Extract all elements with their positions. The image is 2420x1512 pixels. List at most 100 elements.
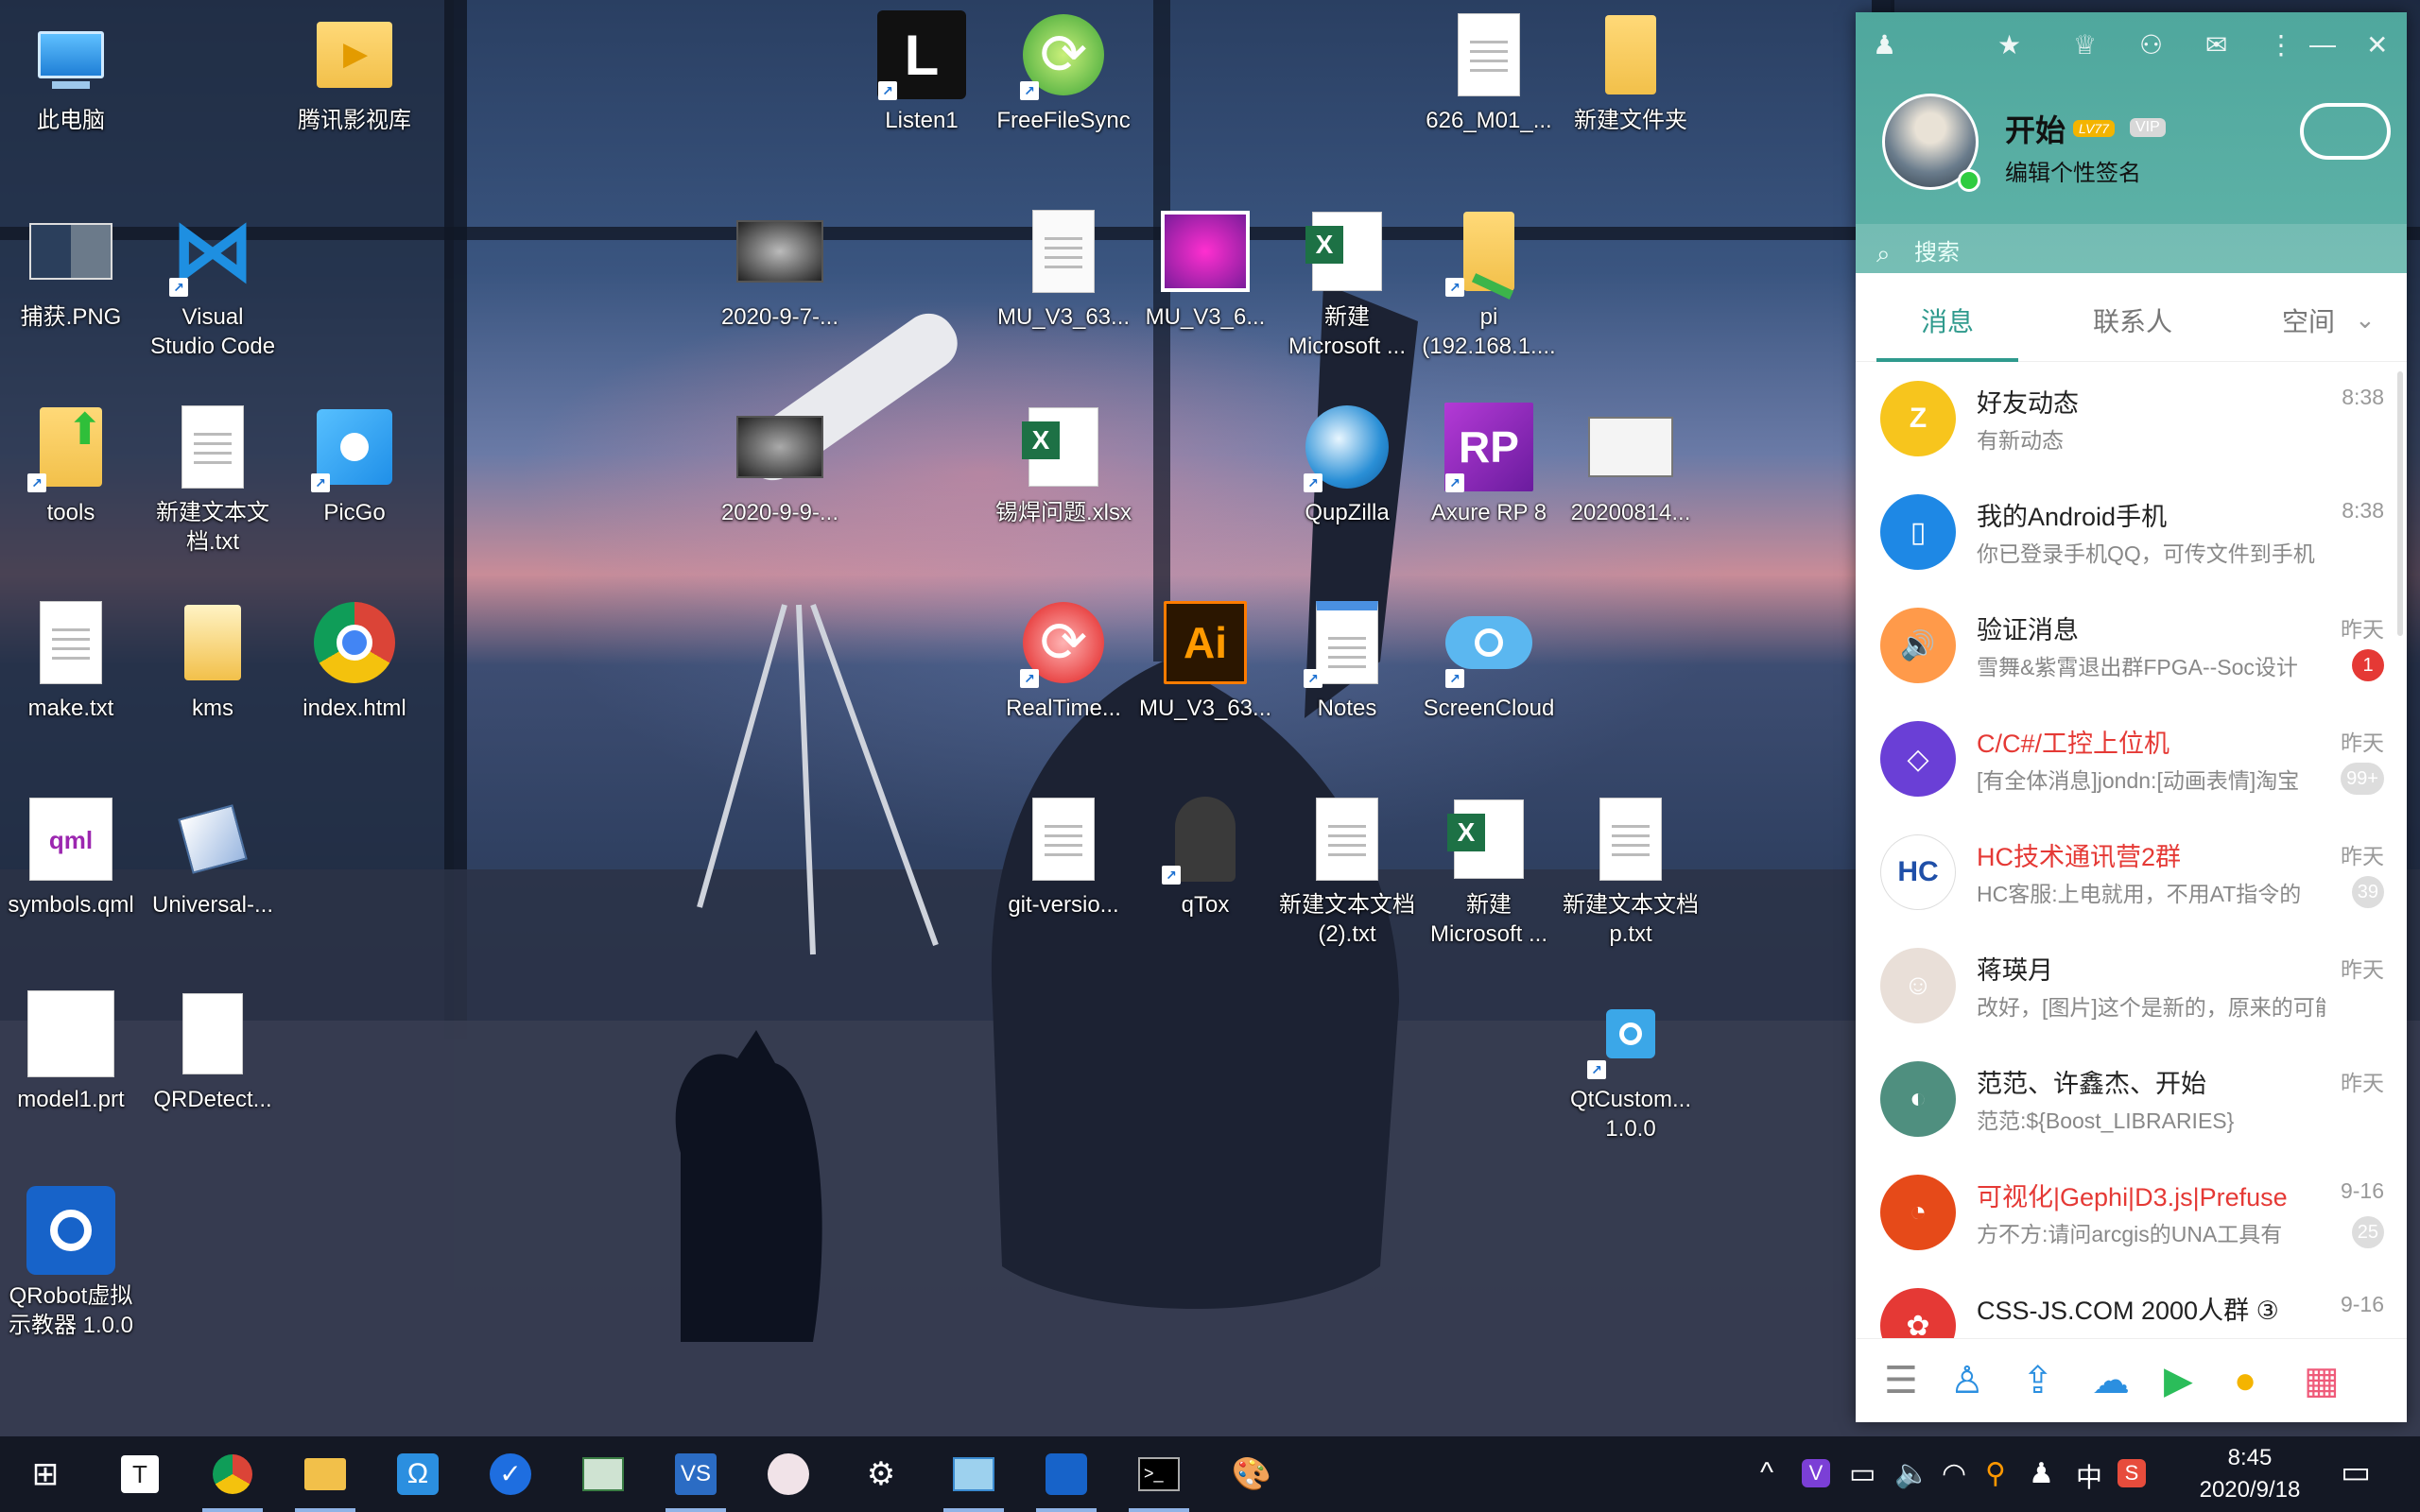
search-tray-icon[interactable]: ⚲ <box>1985 1457 2006 1490</box>
weather-cloud-icon[interactable] <box>2300 103 2391 160</box>
clock[interactable]: 8:45 2020/9/18 <box>2174 1442 2325 1506</box>
desktop-icon-universal[interactable]: Universal-... <box>142 794 284 919</box>
desktop-icon-qrobot[interactable]: QRobot虚拟 示教器 1.0.0 <box>0 1185 142 1340</box>
game-icon[interactable]: ● <box>2234 1358 2256 1403</box>
desktop-icon-new-txt-2[interactable]: 新建文本文档 (2).txt <box>1276 794 1418 949</box>
desktop-icon-new-excel-1[interactable]: X 新建 Microsoft ... <box>1276 206 1418 361</box>
desktop-icon-realtime[interactable]: ⟳ ↗ RealTime... <box>993 597 1134 723</box>
desktop-icon-new-txt-p[interactable]: 新建文本文档 p.txt <box>1560 794 1702 949</box>
terminal-icon[interactable]: >_ <box>1129 1446 1189 1512</box>
signature[interactable]: 编辑个性签名 <box>2005 154 2141 187</box>
video-icon[interactable]: ▶ <box>2164 1358 2193 1403</box>
tray-chevron-up-icon[interactable]: ^ <box>1760 1457 1773 1489</box>
volume-icon[interactable]: 🔈 <box>1894 1457 1929 1490</box>
paint-icon[interactable]: 🎨 <box>1221 1446 1282 1503</box>
desktop-icon-symbols-qml[interactable]: qml symbols.qml <box>0 794 142 919</box>
tab-contacts[interactable]: 联系人 <box>2062 283 2204 362</box>
desktop-icon-file-626[interactable]: 626_M01_... <box>1418 9 1560 135</box>
desktop-icon-solder-xlsx[interactable]: X 锡焊问题.xlsx <box>993 402 1134 527</box>
visual-studio-icon[interactable]: VS <box>666 1446 726 1512</box>
desktop-icon-qrdetect[interactable]: QRDetect... <box>142 988 284 1114</box>
desktop-icon-tools[interactable]: ⬆ ↗ tools <box>0 402 142 527</box>
desktop-icon-mu-v3-6[interactable]: MU_V3_6... <box>1134 206 1276 332</box>
qq-penguin-icon[interactable]: ♟ <box>1873 29 1896 60</box>
conversation-avatar: 🔊 <box>1880 608 1956 683</box>
conversation-time: 8:38 <box>2342 498 2384 523</box>
desktop-icon-new-excel-2[interactable]: X 新建 Microsoft ... <box>1418 794 1560 949</box>
sogou-icon[interactable]: S <box>2118 1459 2146 1487</box>
file-transfer-icon[interactable]: ⇪ <box>2022 1358 2054 1403</box>
desktop-icon-freefilesync[interactable]: ⟳ ↗ FreeFileSync <box>993 9 1134 135</box>
tab-messages[interactable]: 消息 <box>1876 283 2018 362</box>
search-input[interactable]: ⌕ 搜索 <box>1856 224 2407 283</box>
qq-tray-icon[interactable]: ♟ <box>2029 1457 2054 1490</box>
desktop-icon-img-20200814[interactable]: 20200814... <box>1560 402 1702 527</box>
app-grid-icon[interactable]: ▦ <box>2304 1358 2340 1403</box>
conversation-row[interactable]: ◔ 可视化|Gephi|D3.js|Prefuse 方不方:请问arcgis的UNA… <box>1856 1156 2407 1269</box>
scrollbar[interactable] <box>2397 371 2403 636</box>
add-friend-icon[interactable]: ♙ <box>1950 1358 1984 1403</box>
desktop-icon-img-2020-9-9[interactable]: 2020-9-9-... <box>709 402 851 527</box>
desktop-icon-index-html[interactable]: index.html <box>284 597 425 723</box>
desktop-icon-this-pc[interactable]: 此电脑 <box>0 9 142 135</box>
more-icon[interactable]: ⋮ <box>2268 29 2294 60</box>
desktop-icon-mu-v3-63-a[interactable]: MU_V3_63... <box>993 206 1134 332</box>
settings-gear-icon[interactable]: ⚙ <box>851 1446 911 1503</box>
desktop-icon-qupzilla[interactable]: ↗ QupZilla <box>1276 402 1418 527</box>
conversation-row[interactable]: ✿ CSS-JS.COM 2000人群 ③ 9-16 <box>1856 1269 2407 1338</box>
desktop-icon-qtcustom[interactable]: ↗ QtCustom... 1.0.0 <box>1560 988 1702 1143</box>
conversation-row[interactable]: ☺ 蒋瑛月 改好，[图片]这个是新的，原来的可能像 昨天 <box>1856 929 2407 1042</box>
file-explorer-icon[interactable] <box>295 1446 355 1512</box>
unread-badge: 25 <box>2351 1216 2384 1248</box>
screen-app-icon[interactable] <box>573 1446 633 1503</box>
desktop-icon-mu-v3-63-ai[interactable]: Ai MU_V3_63... <box>1134 597 1276 723</box>
qrobot-taskbar-icon[interactable] <box>1036 1446 1097 1512</box>
desktop-icon-axure[interactable]: RP ↗ Axure RP 8 <box>1418 402 1560 527</box>
desktop-icon-listen1[interactable]: L ↗ Listen1 <box>851 9 993 135</box>
badge-icon[interactable]: ⚇ <box>2139 29 2163 60</box>
desktop-icon-picgo[interactable]: ↗ PicGo <box>284 402 425 527</box>
favorite-icon[interactable]: ★ <box>1997 29 2021 60</box>
mail-icon[interactable]: ✉ <box>2205 29 2227 60</box>
conversation-row[interactable]: ◐ 范范、许鑫杰、开始 范范:${Boost_LIBRARIES} 昨天 <box>1856 1042 2407 1156</box>
qt-creator-icon[interactable] <box>943 1446 1004 1512</box>
notification-icon[interactable]: ▭ <box>2341 1453 2371 1491</box>
ime-indicator[interactable]: 中 <box>2076 1457 2102 1495</box>
desktop-icon-model1-prt[interactable]: model1.prt <box>0 988 142 1114</box>
shirt-icon[interactable]: ♕ <box>2073 29 2097 60</box>
cloud-icon[interactable]: ☁ <box>2092 1358 2130 1403</box>
desktop-icon-vscode[interactable]: ⋈ ↗ Visual Studio Code <box>142 206 284 361</box>
desktop-icon-tencent-video[interactable]: ▶ 腾讯影视库 <box>284 9 425 135</box>
desktop-icon-new-txt-1[interactable]: 新建文本文 档.txt <box>142 402 284 557</box>
conversation-row[interactable]: 🔊 验证消息 雪舞&紫霄退出群FPGA--Soc设计 昨天 1 <box>1856 589 2407 702</box>
mascot-app-icon[interactable] <box>758 1446 819 1503</box>
conversation-row[interactable]: HC HC技术通讯营2群 HC客服:上电就用，不用AT指令的 昨天 39 <box>1856 816 2407 929</box>
menu-icon[interactable]: ☰ <box>1884 1358 1918 1403</box>
desktop-icon-pi[interactable]: ↗ pi (192.168.1.... <box>1418 206 1560 361</box>
desktop-icon-img-2020-9-7[interactable]: 2020-9-7-... <box>709 206 851 332</box>
chrome-icon[interactable] <box>202 1446 263 1512</box>
wifi-icon[interactable]: ◠ <box>1942 1457 1966 1490</box>
notes-icon: ↗ <box>1302 597 1392 688</box>
document-icon <box>1443 9 1534 100</box>
desktop-icon-screencloud[interactable]: ↗ ScreenCloud <box>1418 597 1560 723</box>
tray-v-icon[interactable]: V <box>1802 1459 1830 1487</box>
taskbar: ⊞ T Ω ✓ VS ⚙ >_ 🎨 ^ V ▭ 🔈 ◠ ⚲ ♟ 中 S 8:45… <box>0 1436 2420 1512</box>
conversation-row[interactable]: ▯ 我的Android手机 你已登录手机QQ，可传文件到手机 8:38 <box>1856 475 2407 589</box>
minimize-icon[interactable]: — <box>2309 29 2336 60</box>
conversation-row[interactable]: ◇ C/C#/工控上位机 [有全体消息]jondn:[动画表情]淘宝 昨天 99+ <box>1856 702 2407 816</box>
battery-icon[interactable]: ▭ <box>1849 1457 1876 1490</box>
conversation-row[interactable]: Z 好友动态 有新动态 8:38 <box>1856 362 2407 475</box>
windows-start-icon[interactable]: ⊞ <box>15 1446 76 1503</box>
desktop-icon-capture-png[interactable]: 捕获.PNG <box>0 206 142 332</box>
desktop-icon-kms[interactable]: kms <box>142 597 284 723</box>
desktop-icon-git-version[interactable]: git-versio... <box>993 794 1134 919</box>
v-app-icon[interactable]: ✓ <box>480 1446 541 1503</box>
desktop-icon-new-folder[interactable]: 新建文件夹 <box>1560 9 1702 135</box>
desktop-icon-make-txt[interactable]: make.txt <box>0 597 142 723</box>
desktop-icon-qtox[interactable]: ↗ qTox <box>1134 794 1276 919</box>
desktop-icon-notes[interactable]: ↗ Notes <box>1276 597 1418 723</box>
omega-app-icon[interactable]: Ω <box>388 1446 448 1503</box>
typora-icon[interactable]: T <box>110 1446 170 1503</box>
close-icon[interactable]: ✕ <box>2366 29 2388 60</box>
